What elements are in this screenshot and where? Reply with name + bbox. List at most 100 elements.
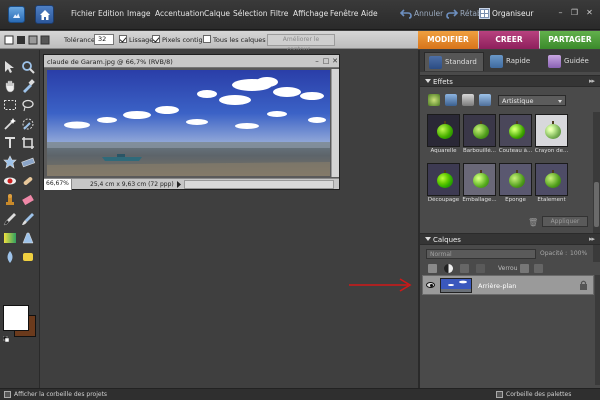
- restore-icon[interactable]: ❐: [570, 8, 579, 17]
- redo-icon[interactable]: [446, 9, 458, 19]
- menu-fichier[interactable]: Fichier: [71, 9, 96, 18]
- effect-thumb-decoupage[interactable]: Découpage: [427, 163, 460, 206]
- lock-all-icon[interactable]: [534, 264, 543, 273]
- annotation-arrow: [349, 278, 412, 292]
- organiser-icon[interactable]: [479, 8, 490, 19]
- effect-thumb-aquarelle[interactable]: Aquarelle: [427, 114, 460, 157]
- menu-selection[interactable]: Sélection: [233, 9, 268, 18]
- document-vertical-scrollbar[interactable]: [331, 69, 339, 177]
- magic-wand-tool-icon[interactable]: [3, 117, 17, 131]
- blend-mode-select[interactable]: Normal: [426, 249, 536, 259]
- trash-icon[interactable]: 🗑: [528, 218, 538, 227]
- tolerance-input[interactable]: 32: [94, 34, 114, 45]
- document-horizontal-scrollbar[interactable]: [184, 180, 334, 189]
- layers-header[interactable]: Calques ▸▸: [420, 233, 600, 245]
- spot-healing-tool-icon[interactable]: [21, 174, 35, 188]
- doc-minimize-icon[interactable]: –: [313, 57, 321, 65]
- panel-menu-icon[interactable]: ▸▸: [589, 235, 595, 243]
- crop-tool-icon[interactable]: [21, 136, 35, 150]
- selection-mode-icons[interactable]: [4, 35, 54, 45]
- panel-menu-icon[interactable]: ▸▸: [589, 77, 595, 85]
- palette-bin-link[interactable]: Corbeille des palettes: [506, 391, 571, 398]
- tab-standard[interactable]: Standard: [424, 52, 484, 71]
- photo-effects-icon[interactable]: [462, 94, 474, 106]
- filters-icon[interactable]: [428, 94, 440, 106]
- layer-row[interactable]: Arrière-plan: [422, 275, 594, 295]
- blur-tool-icon[interactable]: [3, 250, 17, 264]
- tab-modifier[interactable]: MODIFIER: [418, 31, 478, 49]
- effect-thumb-emballage[interactable]: Emballage...: [462, 163, 497, 206]
- zoom-field[interactable]: 66,67%: [44, 179, 72, 190]
- menu-filtre[interactable]: Filtre: [270, 9, 288, 18]
- tab-creer[interactable]: CREER: [479, 31, 539, 49]
- tab-rapide[interactable]: Rapide: [486, 52, 542, 71]
- foreground-color-swatch[interactable]: [3, 305, 29, 331]
- shape-tool-icon[interactable]: [21, 231, 35, 245]
- smart-brush-tool-icon[interactable]: [21, 212, 35, 226]
- menu-image[interactable]: Image: [127, 9, 151, 18]
- menu-accentuation[interactable]: Accentuation: [155, 9, 204, 18]
- hand-tool-icon[interactable]: [3, 79, 17, 93]
- move-tool-icon[interactable]: [3, 60, 17, 74]
- eraser-tool-icon[interactable]: [21, 193, 35, 207]
- pixels-contigus-checkbox[interactable]: [152, 35, 160, 43]
- apply-button[interactable]: Appliquer: [542, 216, 588, 227]
- zoom-tool-icon[interactable]: [21, 60, 35, 74]
- lissage-checkbox[interactable]: [119, 35, 127, 43]
- tab-partager[interactable]: PARTAGER: [540, 31, 600, 49]
- type-tool-icon[interactable]: [3, 136, 17, 150]
- marquee-tool-icon[interactable]: [3, 98, 17, 112]
- menu-aide[interactable]: Aide: [361, 9, 378, 18]
- layer-styles-icon[interactable]: [445, 94, 457, 106]
- close-icon[interactable]: ✕: [585, 8, 594, 17]
- status-menu-arrow-icon[interactable]: [176, 181, 182, 188]
- effect-thumb-barbouille[interactable]: Barbouillé...: [463, 114, 496, 157]
- lock-transparency-icon[interactable]: [520, 264, 529, 273]
- effects-header[interactable]: Effets ▸▸: [420, 75, 600, 87]
- show-project-bin-link[interactable]: Afficher la corbeille des projets: [14, 391, 107, 398]
- quick-selection-tool-icon[interactable]: [21, 117, 35, 131]
- straighten-tool-icon[interactable]: [21, 155, 35, 169]
- ameliorer-contour-button[interactable]: Améliorer le contour...: [267, 34, 335, 53]
- minimize-icon[interactable]: –: [556, 8, 565, 17]
- menu-affichage[interactable]: Affichage: [293, 9, 328, 18]
- sponge-tool-icon[interactable]: [21, 250, 35, 264]
- new-layer-icon[interactable]: [428, 264, 437, 273]
- eye-icon[interactable]: [426, 282, 435, 288]
- layers-scrollbar[interactable]: [595, 275, 600, 385]
- show-all-icon[interactable]: [479, 94, 491, 106]
- clone-stamp-tool-icon[interactable]: [3, 193, 17, 207]
- lasso-tool-icon[interactable]: [21, 98, 35, 112]
- default-colors-icon[interactable]: [3, 336, 9, 342]
- menu-fenetre[interactable]: Fenêtre: [330, 9, 358, 18]
- document-title-bar[interactable]: claude de Garam.jpg @ 66,7% (RVB/8) – □ …: [44, 55, 339, 68]
- adjustment-layer-icon[interactable]: [444, 264, 453, 273]
- effect-thumb-couteau[interactable]: Couteau à...: [499, 114, 532, 157]
- gradient-tool-icon[interactable]: [3, 231, 17, 245]
- tab-guidee[interactable]: Guidée: [544, 52, 600, 71]
- undo-button[interactable]: Annuler: [414, 9, 443, 18]
- effect-thumb-crayon[interactable]: Crayon de...: [535, 114, 568, 157]
- effect-thumb-eponge[interactable]: Eponge: [499, 163, 532, 206]
- menu-calque[interactable]: Calque: [204, 9, 230, 18]
- red-eye-tool-icon[interactable]: [3, 174, 17, 188]
- eyedropper-tool-icon[interactable]: [21, 79, 35, 93]
- opacity-field[interactable]: 100%: [570, 249, 592, 259]
- scroll-thumb[interactable]: [594, 182, 599, 227]
- tous-calques-checkbox[interactable]: [203, 35, 211, 43]
- undo-icon[interactable]: [400, 9, 412, 19]
- cookie-cutter-tool-icon[interactable]: [3, 155, 17, 169]
- project-bin-icon[interactable]: [4, 391, 11, 398]
- document-canvas-image[interactable]: [47, 70, 330, 176]
- link-layers-icon[interactable]: [476, 264, 485, 273]
- effect-thumb-etalement[interactable]: Etalement: [535, 163, 568, 206]
- home-button[interactable]: [35, 5, 54, 24]
- delete-layer-icon[interactable]: [460, 264, 469, 273]
- brush-tool-icon[interactable]: [3, 212, 17, 226]
- menu-edition[interactable]: Edition: [98, 9, 124, 18]
- doc-close-icon[interactable]: ✕: [331, 57, 339, 65]
- doc-maximize-icon[interactable]: □: [322, 57, 330, 65]
- palette-bin-icon[interactable]: [496, 391, 503, 398]
- organiser-button[interactable]: Organiseur: [492, 9, 533, 18]
- effects-category-select[interactable]: Artistique: [498, 95, 566, 106]
